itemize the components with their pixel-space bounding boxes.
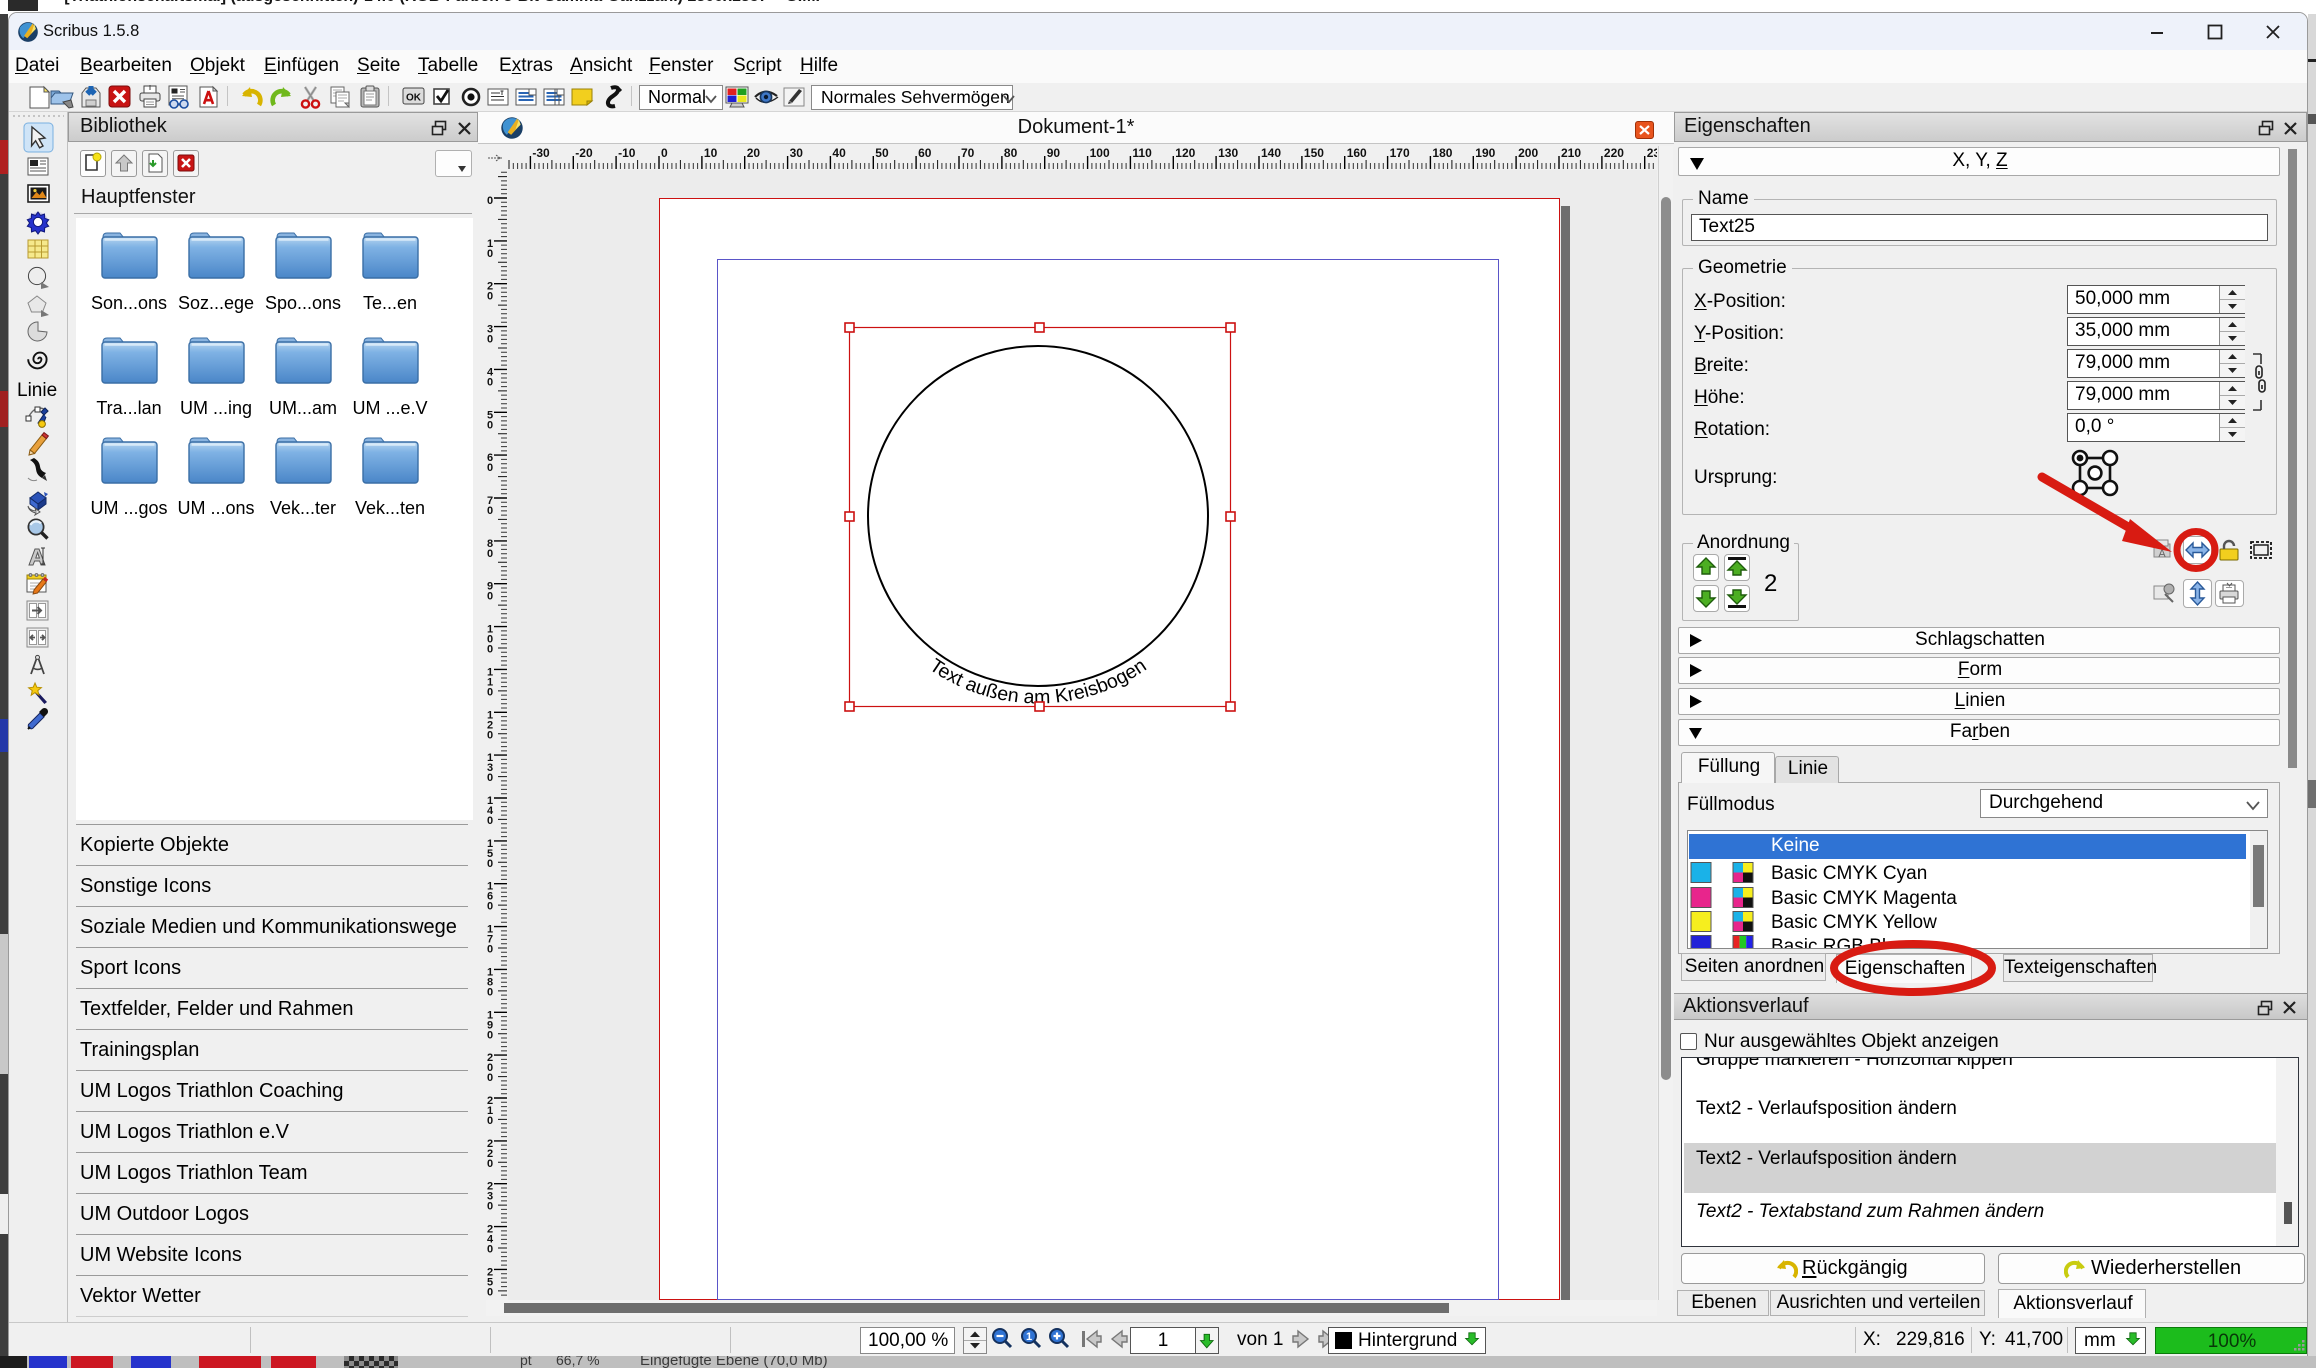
svg-text:10: 10 — [704, 146, 718, 160]
svg-text:0: 0 — [487, 291, 493, 303]
svg-text:0: 0 — [487, 1029, 493, 1041]
svg-text:0: 0 — [487, 548, 493, 560]
svg-text:Spo...ons: Spo...ons — [265, 293, 341, 313]
svg-text:20: 20 — [747, 146, 761, 160]
svg-text:1: 1 — [1026, 1331, 1032, 1343]
svg-text:Vek...ten: Vek...ten — [355, 498, 425, 518]
svg-text:0: 0 — [487, 1072, 493, 1084]
svg-text:Soz...ege: Soz...ege — [178, 293, 254, 313]
svg-text:UM...am: UM...am — [269, 398, 337, 418]
svg-text:Vek...ter: Vek...ter — [270, 498, 336, 518]
svg-text:0: 0 — [487, 772, 493, 784]
svg-text:0: 0 — [487, 591, 493, 603]
svg-text:0: 0 — [487, 334, 493, 346]
svg-text:50: 50 — [875, 146, 889, 160]
svg-text:70: 70 — [961, 146, 975, 160]
svg-text:0: 0 — [487, 248, 493, 260]
svg-text:120: 120 — [1175, 146, 1195, 160]
svg-text:0: 0 — [487, 1244, 493, 1256]
svg-text:0: 0 — [487, 686, 493, 698]
svg-text:0: 0 — [487, 376, 493, 388]
svg-text:0: 0 — [487, 729, 493, 741]
svg-text:40: 40 — [832, 146, 846, 160]
svg-text:0: 0 — [487, 195, 493, 207]
svg-text:80: 80 — [1004, 146, 1018, 160]
svg-text:0: 0 — [487, 944, 493, 956]
svg-text:220: 220 — [1604, 146, 1624, 160]
svg-text:OK: OK — [406, 93, 422, 104]
svg-text:0: 0 — [487, 505, 493, 517]
svg-text:90: 90 — [1047, 146, 1061, 160]
svg-text:0: 0 — [487, 419, 493, 431]
svg-text:UM ...ons: UM ...ons — [177, 498, 254, 518]
svg-text:210: 210 — [1561, 146, 1581, 160]
svg-text:160: 160 — [1347, 146, 1367, 160]
svg-text:180: 180 — [1432, 146, 1452, 160]
svg-text:-10: -10 — [618, 146, 636, 160]
svg-text:-20: -20 — [575, 146, 593, 160]
svg-text:Te...en: Te...en — [363, 293, 417, 313]
svg-text:UM ...ing: UM ...ing — [180, 398, 252, 418]
svg-text:Son...ons: Son...ons — [91, 293, 167, 313]
svg-text:130: 130 — [1218, 146, 1238, 160]
svg-text:Tra...lan: Tra...lan — [96, 398, 161, 418]
svg-text:150: 150 — [1304, 146, 1324, 160]
svg-text:60: 60 — [918, 146, 932, 160]
svg-text:Basic CMYK Cyan: Basic CMYK Cyan — [1771, 863, 1927, 884]
svg-text:0: 0 — [487, 1158, 493, 1170]
svg-text:UM ...gos: UM ...gos — [90, 498, 167, 518]
svg-text:0: 0 — [487, 901, 493, 913]
svg-text:Basic CMYK Magenta: Basic CMYK Magenta — [1771, 888, 1957, 909]
svg-text:Basic CMYK Yellow: Basic CMYK Yellow — [1771, 912, 1937, 933]
svg-text:200: 200 — [1518, 146, 1538, 160]
svg-text:0: 0 — [487, 1115, 493, 1127]
svg-text:-30: -30 — [532, 146, 550, 160]
svg-text:0: 0 — [487, 1286, 493, 1298]
svg-text:Linie: Linie — [17, 380, 57, 401]
svg-text:UM ...e.V: UM ...e.V — [352, 398, 427, 418]
svg-text:0: 0 — [487, 986, 493, 998]
svg-text:140: 140 — [1261, 146, 1281, 160]
svg-text:0: 0 — [487, 1201, 493, 1213]
svg-text:100: 100 — [1090, 146, 1110, 160]
svg-text:30: 30 — [790, 146, 804, 160]
svg-text:110: 110 — [1132, 146, 1152, 160]
svg-text:170: 170 — [1390, 146, 1410, 160]
svg-text:0: 0 — [487, 644, 493, 656]
svg-text:230: 230 — [1647, 146, 1657, 160]
svg-text:0: 0 — [661, 146, 668, 160]
svg-text:0: 0 — [487, 858, 493, 870]
svg-text:0: 0 — [487, 462, 493, 474]
svg-text:190: 190 — [1475, 146, 1495, 160]
svg-text:0: 0 — [487, 815, 493, 827]
